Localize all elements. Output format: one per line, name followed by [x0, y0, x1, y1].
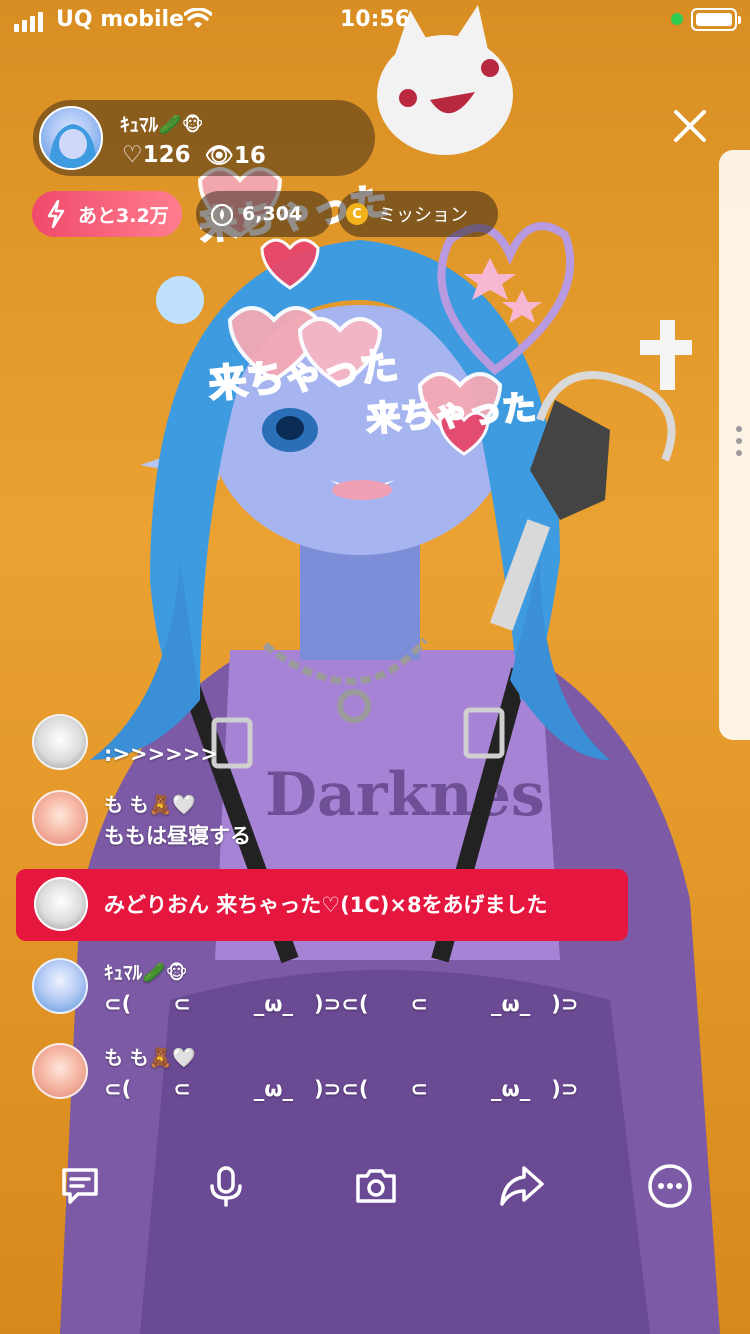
- microphone-button[interactable]: [190, 1150, 262, 1222]
- gift-banner: みどりおん 来ちゃった♡(1C)×8をあげました: [16, 869, 628, 941]
- rank-score: 6,304: [242, 203, 303, 225]
- avatar[interactable]: [32, 714, 88, 770]
- side-panel-handle[interactable]: [719, 150, 750, 740]
- comment-message: ⊂( ⊂ _ω_ )⊃⊂( ⊂ _ω_ )⊃: [104, 992, 579, 1016]
- battery-icon: [691, 8, 741, 31]
- host-info-pill[interactable]: ｷｭﾏﾙ🥒🐵 ♡126 👁16: [33, 100, 375, 176]
- clock: 10:56: [339, 7, 411, 32]
- boost-badge[interactable]: あと3.2万: [32, 191, 182, 237]
- more-button[interactable]: [634, 1150, 706, 1222]
- mission-button[interactable]: C ミッション: [338, 191, 498, 237]
- status-bar: UQ mobile 10:56: [0, 0, 750, 40]
- host-avatar[interactable]: [39, 106, 103, 170]
- list-item: ｷｭﾏﾙ🥒🐵 ⊂( ⊂ _ω_ )⊃⊂( ⊂ _ω_ )⊃: [32, 958, 712, 1018]
- share-button[interactable]: [486, 1150, 558, 1222]
- comment-icon: [62, 1168, 98, 1204]
- mission-label: ミッション: [378, 205, 468, 226]
- more-icon: [648, 1164, 692, 1208]
- list-item: :>>>>>>: [32, 712, 712, 772]
- share-icon: [500, 1166, 544, 1206]
- comment-username: ｷｭﾏﾙ🥒🐵: [104, 962, 188, 984]
- microphone-icon: [210, 1166, 242, 1207]
- camera-button[interactable]: [340, 1150, 412, 1222]
- comment-message: ⊂( ⊂ _ω_ )⊃⊂( ⊂ _ω_ )⊃: [104, 1077, 579, 1101]
- avatar[interactable]: [34, 877, 88, 931]
- comment-message: :>>>>>>: [104, 742, 218, 766]
- comment-username: も も🧸🤍: [104, 794, 196, 816]
- close-icon[interactable]: [670, 106, 710, 146]
- comment-button[interactable]: [44, 1150, 116, 1222]
- viewer-count: 👁16: [204, 143, 266, 169]
- avatar[interactable]: [32, 958, 88, 1014]
- list-item: も も🧸🤍 ⊂( ⊂ _ω_ )⊃⊂( ⊂ _ω_ )⊃: [32, 1043, 712, 1103]
- boost-label: あと3.2万: [78, 204, 169, 227]
- gift-message: みどりおん 来ちゃった♡(1C)×8をあげました: [104, 893, 548, 917]
- comment-message: ももは昼寝する: [104, 824, 251, 848]
- mic-in-use-indicator: [671, 13, 683, 25]
- avatar[interactable]: [32, 1043, 88, 1099]
- flame-icon: [210, 203, 234, 226]
- rank-badge[interactable]: 6,304: [196, 191, 332, 237]
- coin-icon: C: [346, 203, 368, 225]
- host-name: ｷｭﾏﾙ🥒🐵: [120, 114, 204, 136]
- camera-icon: [356, 1169, 396, 1203]
- lightning-icon: [47, 200, 65, 228]
- host-stats: ♡126 👁16: [122, 142, 266, 169]
- like-count: ♡126: [122, 142, 191, 168]
- list-item: も も🧸🤍 ももは昼寝する: [32, 790, 712, 850]
- bottom-toolbar: [0, 1150, 750, 1224]
- grip-dots-icon: [736, 426, 742, 456]
- avatar[interactable]: [32, 790, 88, 846]
- comment-username: も も🧸🤍: [104, 1047, 196, 1069]
